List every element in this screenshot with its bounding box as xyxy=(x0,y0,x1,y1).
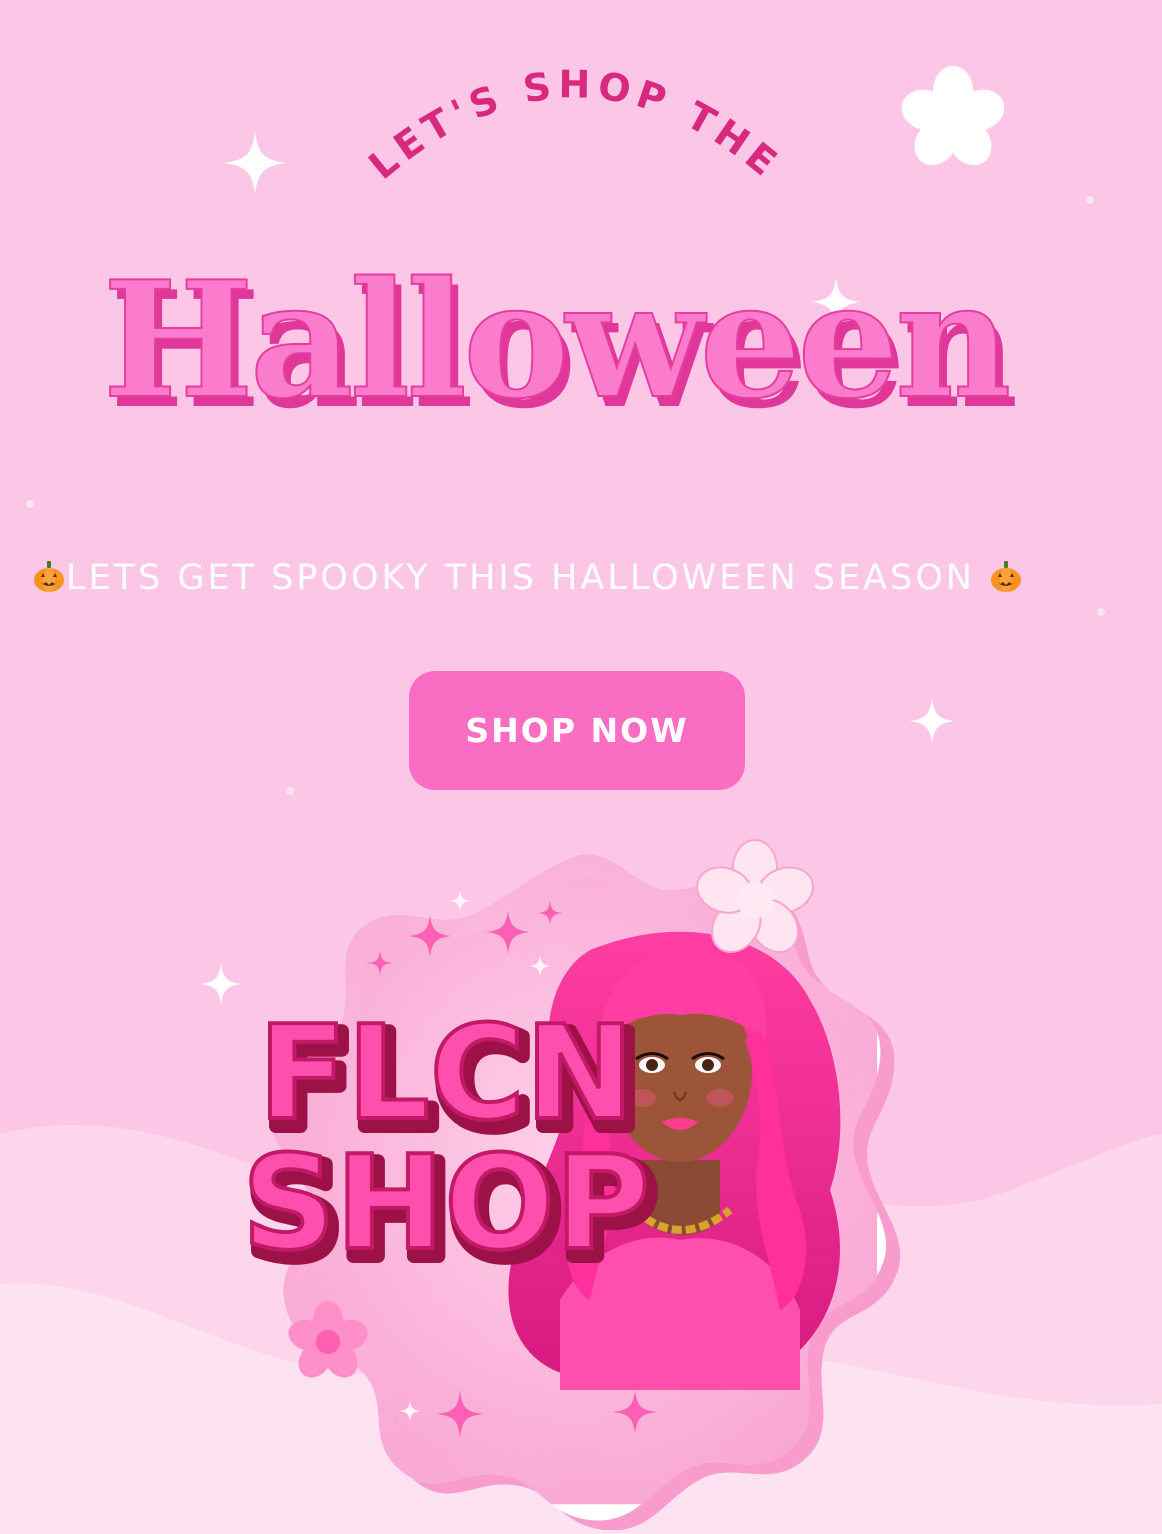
sparkle-icon xyxy=(200,963,242,1005)
flcn-shop-logo: FLCN FLCN SHOP SHOP xyxy=(240,839,900,1530)
eyebrow-text: LET'S SHOP THE xyxy=(360,62,789,188)
decorative-dot xyxy=(286,787,294,795)
jack-o-lantern-icon xyxy=(34,561,64,592)
tagline-text: LETS GET SPOOKY THIS HALLOWEEN SEASON xyxy=(66,558,975,598)
hero-header: LET'S SHOP THE Halloween Halloween xyxy=(102,62,1019,444)
logo-line-2: SHOP xyxy=(242,1127,650,1279)
decorative-dot xyxy=(26,500,34,508)
decorative-dot xyxy=(1097,608,1105,616)
page-title: Halloween xyxy=(103,246,1008,434)
tagline: LETS GET SPOOKY THIS HALLOWEEN SEASON xyxy=(0,556,1100,600)
shop-now-button[interactable]: SHOP NOW xyxy=(409,671,745,790)
sparkle-icon xyxy=(909,698,955,744)
jack-o-lantern-icon xyxy=(991,561,1022,592)
